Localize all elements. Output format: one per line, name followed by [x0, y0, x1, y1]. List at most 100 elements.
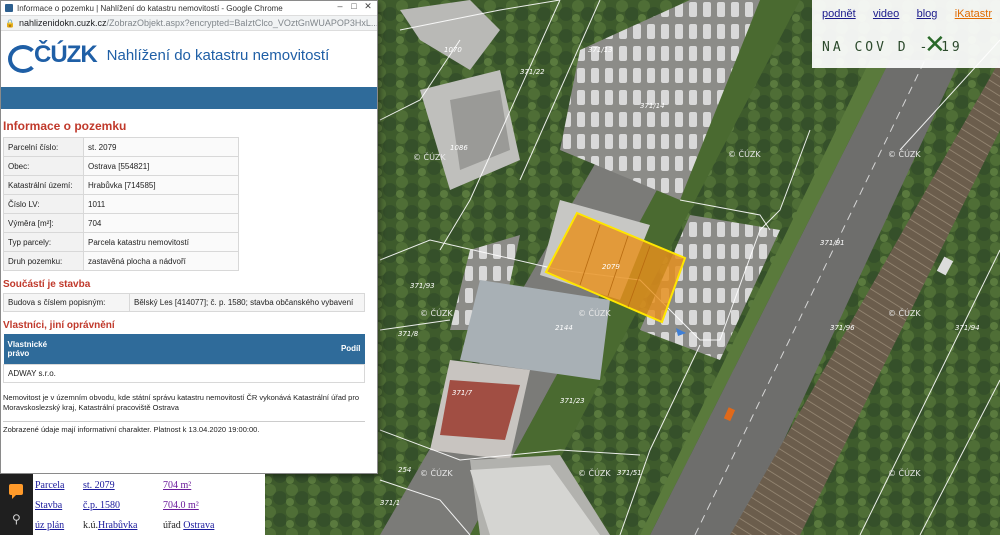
lock-icon: 🔒 — [5, 18, 15, 28]
cuzk-emblem-icon — [7, 42, 38, 73]
watermark: © ČÚZK — [728, 148, 761, 159]
table-row: Druh pozemku: zastavěná plocha a nádvoří — [3, 251, 239, 271]
side-toolbar: ⚲ — [0, 474, 33, 535]
office-note: Nemovitost je v územním obvodu, kde stát… — [3, 392, 359, 412]
owner-col-header: Vlastnické právo — [3, 334, 64, 364]
row-value: 1011 — [83, 194, 239, 214]
stavba-heading: Součástí je stavba — [3, 279, 91, 290]
building-table: Budova s číslem popisným: Bělský Les [41… — [3, 293, 365, 312]
map-label-371-96: 371/96 — [830, 324, 855, 332]
table-row: Obec: Ostrava [554821] — [3, 156, 239, 176]
map-label-254: 254 — [398, 466, 411, 474]
url-domain: nahlizenidokn.cuzk.cz — [18, 18, 107, 28]
map-label-371-94: 371/94 — [955, 324, 980, 332]
parcel-summary-row: Parcela st. 2079 704 m² — [33, 476, 265, 494]
window-title: Informace o pozemku | Nahlížení do katas… — [17, 3, 283, 13]
url-path: /ZobrazObjekt.aspx?encrypted=BaIztClco_V… — [106, 18, 377, 28]
window-titlebar[interactable]: Informace o pozemku | Nahlížení do katas… — [1, 1, 377, 15]
building-area-link[interactable]: 704.0 m² — [163, 500, 199, 511]
maximize-icon[interactable]: □ — [347, 1, 361, 12]
table-row: Parcelní číslo: st. 2079 — [3, 137, 239, 157]
ikatastr-link[interactable]: iKatastr — [955, 8, 992, 20]
close-icon[interactable]: ✕ — [361, 1, 375, 12]
building-summary-row: Stavba č.p. 1580 704.0 m² — [33, 496, 265, 514]
row-value: Ostrava [554821] — [83, 156, 239, 176]
favicon-icon — [5, 4, 13, 12]
cuzk-wordmark: ČÚZK — [34, 41, 98, 68]
row-label: Katastrální území: — [3, 175, 84, 195]
parcel-id-link[interactable]: st. 2079 — [83, 480, 115, 491]
office-prefix: úřad — [163, 519, 181, 531]
parcel-summary-strip: Parcela st. 2079 704 m² Stavba č.p. 1580… — [33, 474, 265, 535]
video-link[interactable]: video — [873, 8, 899, 20]
map-label-371-1: 371/1 — [380, 499, 400, 507]
building-id-link[interactable]: č.p. 1580 — [83, 500, 120, 511]
parcel-info-popup: Informace o pozemku | Nahlížení do katas… — [0, 0, 378, 474]
parcel-info-table: Parcelní číslo: st. 2079 Obec: Ostrava [55… — [3, 137, 239, 271]
chat-icon[interactable] — [9, 484, 23, 499]
table-row: Typ parcely: Parcela katastru nemovitostí — [3, 232, 239, 252]
watermark: © ČÚZK — [578, 467, 611, 478]
ku-link[interactable]: Hrabůvka — [98, 520, 137, 531]
map-label-371-7: 371/7 — [452, 389, 473, 397]
map-label-371-23: 371/23 — [560, 397, 585, 405]
owner-name: ADWAY s.r.o. — [3, 363, 365, 383]
parcela-link[interactable]: Parcela — [35, 480, 64, 491]
row-value: zastavěná plocha a nádvoří — [83, 251, 239, 271]
site-header: ČÚZK Nahlížení do katastru nemovitostí — [1, 31, 377, 79]
share-col-header: Podíl — [63, 334, 365, 364]
ku-prefix: k.ú. — [83, 519, 98, 531]
map-label-2144: 2144 — [555, 324, 573, 332]
map-label-1070: 1070 — [444, 46, 462, 54]
parcel-area-link[interactable]: 704 m² — [163, 480, 191, 491]
watermark: © ČÚZK — [888, 307, 921, 318]
row-value: 704 — [83, 213, 239, 233]
row-label: Typ parcely: — [3, 232, 84, 252]
stavba-link[interactable]: Stavba — [35, 500, 62, 511]
row-value: Hrabůvka [714585] — [83, 175, 239, 195]
cuzk-logo[interactable]: ČÚZK Nahlížení do katastru nemovitostí — [7, 41, 330, 73]
pozemek-heading: Informace o pozemku — [3, 119, 127, 133]
row-label: Parcelní číslo: — [3, 137, 84, 157]
watermark: © ČÚZK — [413, 151, 446, 162]
table-row: Výměra [m²]: 704 — [3, 213, 239, 233]
site-title: Nahlížení do katastru nemovitostí — [106, 46, 330, 64]
map-label-371-93: 371/93 — [410, 282, 435, 290]
watermark: © ČÚZK — [888, 467, 921, 478]
top-links-panel: podnět video blog iKatastr NA COV D - 19… — [812, 0, 1000, 68]
table-row: Katastrální území: Hrabůvka [714585] — [3, 175, 239, 195]
accessibility-icon[interactable]: ⚲ — [12, 512, 21, 526]
table-row: Číslo LV: 1011 — [3, 194, 239, 214]
owners-table: Vlastnické právo Podíl ADWAY s.r.o. — [3, 334, 365, 383]
building-label: Budova s číslem popisným: — [3, 293, 130, 312]
minimize-icon[interactable]: – — [333, 1, 347, 12]
map-label-371-51: 371/51 — [617, 469, 642, 477]
watermark: © ČÚZK — [888, 148, 921, 159]
table-row: Budova s číslem popisným: Bělský Les [41… — [3, 293, 365, 312]
blog-link[interactable]: blog — [917, 8, 938, 20]
page-content: Informace o pozemku Parcelní číslo: st. 2… — [1, 109, 377, 434]
building-value: Bělský Les [414077]; č. p. 1580; stavba … — [129, 293, 365, 312]
map-label-371-8: 371/8 — [398, 330, 419, 338]
map-label-2079: 2079 — [602, 263, 620, 271]
row-label: Číslo LV: — [3, 194, 84, 214]
office-link[interactable]: Ostrava — [183, 520, 214, 531]
uz-plan-link[interactable]: úz plán — [35, 520, 64, 531]
row-label: Výměra [m²]: — [3, 213, 84, 233]
map-label-371-13: 371/13 — [588, 46, 613, 54]
map-label-371-14: 371/14 — [640, 102, 665, 110]
map-label-371-91: 371/91 — [820, 239, 845, 247]
map-label-371-22: 371/22 — [520, 68, 545, 76]
podnet-link[interactable]: podnět — [822, 8, 856, 20]
watermark: © ČÚZK — [578, 307, 611, 318]
row-label: Obec: — [3, 156, 84, 176]
header-bar — [1, 87, 377, 109]
zoning-summary-row: úz plán k.ú.Hrabůvka úřad Ostrava — [33, 516, 265, 534]
map-label-1086: 1086 — [450, 144, 468, 152]
address-bar[interactable]: 🔒 nahlizenidokn.cuzk.cz /ZobrazObjekt.as… — [1, 15, 377, 31]
owners-heading: Vlastníci, jiní oprávnění — [3, 320, 115, 331]
table-row: ADWAY s.r.o. — [3, 363, 365, 383]
row-value: Parcela katastru nemovitostí — [83, 232, 239, 252]
row-label: Druh pozemku: — [3, 251, 84, 271]
validity-note: Zobrazené údaje mají informativní charak… — [3, 420, 365, 434]
